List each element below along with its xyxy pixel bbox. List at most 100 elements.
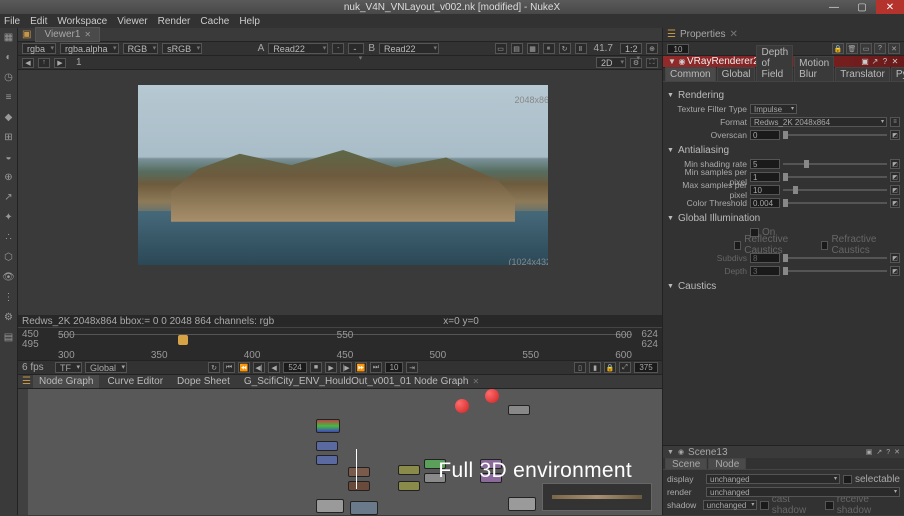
tab-motionblur[interactable]: Motion Blur	[794, 56, 834, 81]
nav-prev-button[interactable]: ◀	[22, 58, 34, 68]
min-rate-slider[interactable]	[783, 163, 887, 165]
node[interactable]	[508, 405, 530, 415]
format-dropdown[interactable]: Redws_2K 2048x864	[750, 117, 887, 127]
tool-draw-icon[interactable]: ◐	[2, 50, 16, 64]
view-mode-dropdown[interactable]: 2D	[596, 57, 626, 68]
min-samples-slider[interactable]	[783, 176, 887, 178]
anim-button[interactable]: ◩	[890, 253, 900, 263]
section-rendering[interactable]: Rendering	[667, 90, 900, 101]
step-back-button[interactable]: ◀|	[253, 362, 265, 373]
max-samples-field[interactable]: 10	[750, 185, 780, 195]
layer-dropdown[interactable]: rgba.alpha	[60, 43, 119, 54]
out-point-icon[interactable]: ▮	[589, 362, 601, 373]
depth-field[interactable]: 3	[750, 266, 780, 276]
tool-image-icon[interactable]: ▦	[2, 30, 16, 44]
selectable-checkbox[interactable]	[843, 475, 852, 484]
disclosure-icon[interactable]: ▼	[667, 449, 674, 456]
format-extra-button[interactable]: ≡	[890, 117, 900, 127]
nodegraph-canvas[interactable]: Full 3D environment	[18, 389, 662, 515]
scene-heading[interactable]: ▼ ◉ Scene13 ▣ ↗ ? ✕	[663, 446, 904, 458]
play-button[interactable]: ▶	[325, 362, 337, 373]
enable-icon[interactable]: ◉	[678, 448, 684, 456]
close-icon[interactable]: ✕	[84, 30, 91, 39]
center-icon[interactable]: ▣	[860, 57, 870, 66]
out-frame-field[interactable]: 375	[634, 362, 658, 373]
tab-global[interactable]: Global	[717, 67, 756, 81]
disclosure-icon[interactable]: ▼	[667, 57, 677, 66]
menu-edit[interactable]: Edit	[30, 16, 47, 27]
close-icon[interactable]: ✕	[890, 57, 900, 66]
tool-3d-icon[interactable]: ✦	[2, 210, 16, 224]
node[interactable]	[316, 455, 338, 465]
colorspace-dropdown[interactable]: RGB	[123, 43, 159, 54]
proxy-icon[interactable]: ▤	[511, 43, 523, 54]
node-3d[interactable]	[455, 399, 469, 413]
skip-icon[interactable]: ⇥	[406, 362, 418, 373]
anim-button[interactable]: ◩	[890, 185, 900, 195]
tool-time-icon[interactable]: ◷	[2, 70, 16, 84]
in-point-icon[interactable]: ▯	[574, 362, 586, 373]
tool-deep-icon[interactable]: ⬡	[2, 250, 16, 264]
input-a-dropdown[interactable]: Read22	[268, 43, 328, 54]
menu-viewer[interactable]: Viewer	[117, 16, 147, 27]
tab-nodegraph[interactable]: Node Graph	[33, 375, 99, 388]
float-icon[interactable]: ↗	[870, 57, 880, 66]
min-samples-field[interactable]: 1	[750, 172, 780, 182]
tool-particles-icon[interactable]: ∴	[2, 230, 16, 244]
max-samples-slider[interactable]	[783, 189, 887, 191]
center-icon[interactable]: ▣	[866, 448, 873, 456]
help-icon[interactable]: ?	[880, 57, 890, 66]
tool-metadata-icon[interactable]: ⋮	[2, 290, 16, 304]
input-b-dropdown[interactable]: Read22	[379, 43, 439, 54]
filter-type-dropdown[interactable]: Impulse	[750, 104, 797, 114]
menu-render[interactable]: Render	[158, 16, 191, 27]
window-close-button[interactable]: ✕	[876, 0, 904, 14]
lut-dropdown[interactable]: sRGB	[162, 43, 202, 54]
scope-dropdown[interactable]: Global	[85, 362, 127, 373]
tf-dropdown[interactable]: TF	[55, 362, 82, 373]
last-frame-button[interactable]: ⏭	[370, 362, 382, 373]
max-panels-field[interactable]: 10	[667, 44, 689, 54]
timeline[interactable]: 450 495 500 550 600 300 350 400 450 500 …	[18, 327, 662, 361]
lock-icon[interactable]: 🔒	[832, 43, 844, 54]
section-aa[interactable]: Antialiasing	[667, 145, 900, 156]
tab-dof[interactable]: Depth of Field	[756, 45, 793, 81]
loop-icon[interactable]: ↻	[208, 362, 220, 373]
section-caustics[interactable]: Caustics	[667, 281, 900, 292]
tab-translator[interactable]: Translator	[835, 67, 890, 81]
anim-button[interactable]: ◩	[890, 159, 900, 169]
channel-dropdown[interactable]: rgba	[22, 43, 56, 54]
pause-icon[interactable]: ⏸	[543, 43, 555, 54]
expand-icon[interactable]: ⤢	[619, 362, 631, 373]
node-3d[interactable]	[485, 389, 499, 403]
current-frame-field[interactable]: 524	[283, 362, 307, 373]
play-back-button[interactable]: ◀	[268, 362, 280, 373]
stop-button[interactable]: ■	[310, 362, 322, 373]
tool-other-icon[interactable]: ▤	[2, 330, 16, 344]
node[interactable]	[348, 467, 370, 477]
enable-icon[interactable]: ◉	[677, 57, 687, 66]
menu-file[interactable]: File	[4, 16, 20, 27]
first-frame-button[interactable]: ⏮	[223, 362, 235, 373]
display-dropdown[interactable]: unchanged	[706, 474, 840, 484]
node[interactable]	[508, 497, 536, 511]
section-gi[interactable]: Global Illumination	[667, 213, 900, 224]
node[interactable]	[398, 465, 420, 475]
close-icon[interactable]: ✕	[894, 448, 900, 456]
float-icon[interactable]: ↗	[876, 448, 882, 456]
tool-filter-icon[interactable]: ⊞	[2, 130, 16, 144]
help-icon[interactable]: ?	[874, 43, 886, 54]
input-a-clear-button[interactable]: -	[332, 43, 344, 54]
nodegraph-scrollbar[interactable]	[18, 389, 28, 515]
window-maximize-button[interactable]: ▢	[848, 0, 876, 14]
tab-common[interactable]: Common	[665, 67, 716, 81]
refractive-checkbox[interactable]	[821, 241, 829, 250]
receive-shadow-checkbox[interactable]	[825, 501, 833, 510]
render-dropdown[interactable]: unchanged	[706, 487, 900, 497]
tool-toolsets-icon[interactable]: ⚙	[2, 310, 16, 324]
threshold-field[interactable]: 0.004	[750, 198, 780, 208]
tool-keyer-icon[interactable]: ◒	[2, 150, 16, 164]
tool-transform-icon[interactable]: ↗	[2, 190, 16, 204]
tab-group[interactable]: G_ScifiCity_ENV_HouldOut_v001_01 Node Gr…	[238, 375, 485, 388]
tool-views-icon[interactable]: 👁	[2, 270, 16, 284]
